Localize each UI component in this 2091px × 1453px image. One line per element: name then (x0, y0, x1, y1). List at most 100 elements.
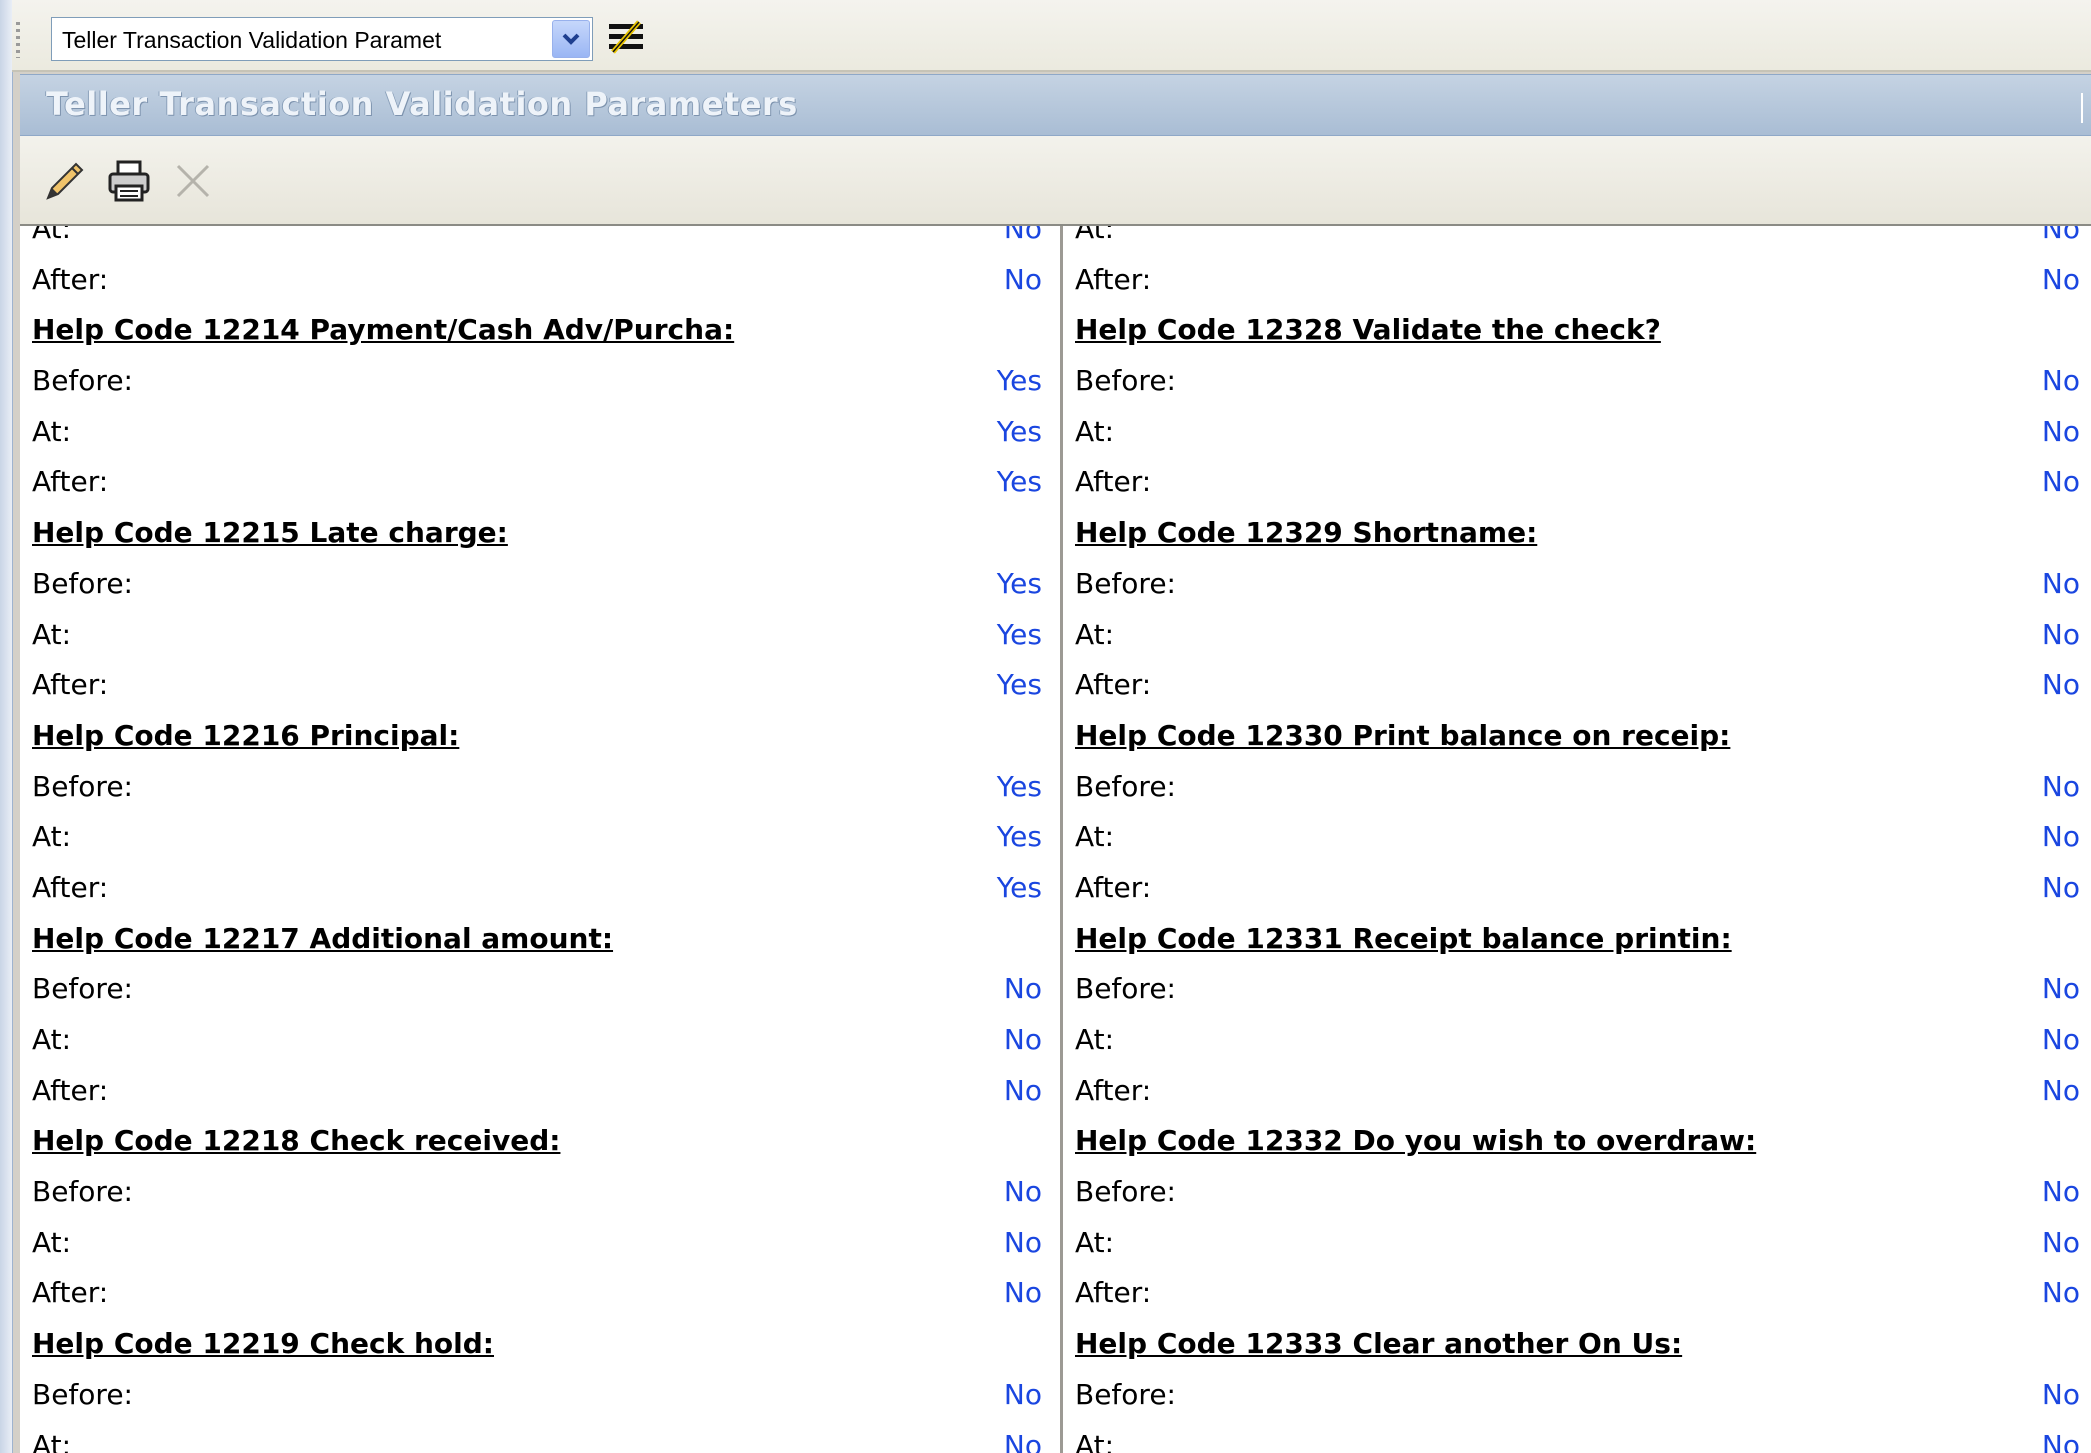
parameter-row[interactable]: Before: No (20, 1368, 1060, 1419)
parameter-value[interactable]: No (2042, 972, 2080, 1005)
parameter-value[interactable]: Yes (997, 871, 1042, 904)
parameter-row[interactable]: After: No (1063, 1266, 2091, 1317)
parameter-row[interactable]: At: No (20, 226, 1060, 253)
parameter-row[interactable]: After: Yes (20, 861, 1060, 912)
parameter-row[interactable]: Before: Yes (20, 557, 1060, 608)
parameter-value[interactable]: No (2042, 871, 2080, 904)
close-x-icon[interactable] (170, 158, 216, 204)
parameter-value[interactable]: No (1004, 1429, 1042, 1453)
parameter-label: After: (1075, 870, 1152, 904)
pencil-edit-icon[interactable] (42, 158, 88, 204)
parameter-value[interactable]: No (2042, 1074, 2080, 1107)
parameter-row[interactable]: At: No (20, 1013, 1060, 1064)
parameter-value[interactable]: Yes (997, 465, 1042, 498)
parameter-value[interactable]: No (2042, 668, 2080, 701)
parameter-row[interactable]: Before: No (1063, 354, 2091, 405)
parameter-value[interactable]: No (1004, 1378, 1042, 1411)
parameter-label: Before: (1075, 1377, 1176, 1411)
parameter-value[interactable]: Yes (997, 770, 1042, 803)
parameter-row[interactable]: At: Yes (20, 405, 1060, 456)
parameter-row[interactable]: At: No (1063, 810, 2091, 861)
parameter-value[interactable]: No (2042, 226, 2080, 245)
parameter-row[interactable]: After: No (1063, 861, 2091, 912)
parameter-row[interactable]: After: No (20, 1266, 1060, 1317)
window-selector-dropdown[interactable]: Teller Transaction Validation Paramet (51, 17, 593, 61)
help-code-title: Help Code 12218 Check received: (32, 1124, 561, 1158)
parameter-row[interactable]: At: No (1063, 1419, 2091, 1453)
chevron-down-icon[interactable] (552, 20, 590, 58)
parameter-value[interactable]: No (2042, 770, 2080, 803)
left-column: At: No After: No Help Code 12214 Payment/Cas… (20, 226, 1060, 1453)
parameter-row[interactable]: At: No (1063, 226, 2091, 253)
parameter-row[interactable]: After: Yes (20, 658, 1060, 709)
parameter-row[interactable]: After: No (1063, 1064, 2091, 1115)
help-code-header: Help Code 12216 Principal: (20, 709, 1060, 760)
parameter-value[interactable]: Yes (997, 415, 1042, 448)
parameter-row[interactable]: After: No (20, 1064, 1060, 1115)
parameter-value[interactable]: No (1004, 263, 1042, 296)
parameter-row[interactable]: At: Yes (20, 810, 1060, 861)
parameter-value[interactable]: Yes (997, 820, 1042, 853)
parameter-value[interactable]: No (2042, 415, 2080, 448)
help-code-title: Help Code 12331 Receipt balance printin: (1075, 921, 1732, 955)
parameter-row[interactable]: Before: No (1063, 760, 2091, 811)
help-code-header: Help Code 12330 Print balance on receip: (1063, 709, 2091, 760)
parameter-row[interactable]: After: No (1063, 253, 2091, 304)
parameter-row[interactable]: Before: No (20, 1165, 1060, 1216)
parameter-row[interactable]: Before: No (1063, 557, 2091, 608)
parameter-value[interactable]: Yes (997, 668, 1042, 701)
parameter-value[interactable]: No (2042, 1429, 2080, 1453)
parameter-row[interactable]: At: No (20, 1216, 1060, 1267)
parameter-value[interactable]: No (2042, 465, 2080, 498)
parameter-row[interactable]: Before: No (1063, 1165, 2091, 1216)
toolbar-grip-handle[interactable] (16, 22, 20, 58)
parameter-value[interactable]: No (2042, 1226, 2080, 1259)
parameter-value[interactable]: No (1004, 1074, 1042, 1107)
parameter-row[interactable]: Before: No (1063, 962, 2091, 1013)
parameter-value[interactable]: No (2042, 1023, 2080, 1056)
parameter-value[interactable]: No (1004, 1226, 1042, 1259)
parameter-value[interactable]: No (2042, 364, 2080, 397)
parameter-value[interactable]: No (1004, 1276, 1042, 1309)
parameter-value[interactable]: No (2042, 263, 2080, 296)
parameter-row[interactable]: After: No (1063, 455, 2091, 506)
parameter-value[interactable]: No (1004, 1023, 1042, 1056)
parameter-row[interactable]: At: No (1063, 1013, 2091, 1064)
parameter-value[interactable]: Yes (997, 364, 1042, 397)
parameter-value[interactable]: No (2042, 1276, 2080, 1309)
layout-list-icon[interactable] (605, 18, 647, 56)
parameter-label: At: (32, 226, 72, 245)
parameter-value[interactable]: No (2042, 1378, 2080, 1411)
parameter-label: After: (32, 262, 109, 296)
parameter-label: At: (32, 820, 72, 854)
parameter-row[interactable]: After: No (1063, 658, 2091, 709)
parameter-value[interactable]: Yes (997, 567, 1042, 600)
help-code-title: Help Code 12329 Shortname: (1075, 516, 1538, 550)
parameter-value[interactable]: Yes (997, 618, 1042, 651)
printer-icon[interactable] (106, 158, 152, 204)
parameter-row[interactable]: At: No (1063, 608, 2091, 659)
parameter-label: Before: (32, 1377, 133, 1411)
parameter-label: At: (1075, 617, 1115, 651)
parameters-content-pane[interactable]: At: No After: No Help Code 12214 Payment/Cas… (20, 226, 2091, 1453)
parameter-row[interactable]: At: No (1063, 1216, 2091, 1267)
parameter-row[interactable]: Before: Yes (20, 760, 1060, 811)
help-code-header: Help Code 12215 Late charge: (20, 506, 1060, 557)
parameter-row[interactable]: Before: Yes (20, 354, 1060, 405)
parameter-value[interactable]: No (2042, 1175, 2080, 1208)
parameter-row[interactable]: At: No (1063, 405, 2091, 456)
parameter-label: At: (32, 1428, 72, 1453)
parameter-row[interactable]: Before: No (20, 962, 1060, 1013)
parameter-row[interactable]: Before: No (1063, 1368, 2091, 1419)
parameter-value[interactable]: No (1004, 226, 1042, 245)
parameter-row[interactable]: At: Yes (20, 608, 1060, 659)
parameter-label: Before: (1075, 566, 1176, 600)
parameter-value[interactable]: No (2042, 567, 2080, 600)
parameter-row[interactable]: At: No (20, 1419, 1060, 1453)
parameter-value[interactable]: No (2042, 618, 2080, 651)
parameter-row[interactable]: After: Yes (20, 455, 1060, 506)
parameter-row[interactable]: After: No (20, 253, 1060, 304)
parameter-value[interactable]: No (2042, 820, 2080, 853)
parameter-value[interactable]: No (1004, 1175, 1042, 1208)
parameter-value[interactable]: No (1004, 972, 1042, 1005)
